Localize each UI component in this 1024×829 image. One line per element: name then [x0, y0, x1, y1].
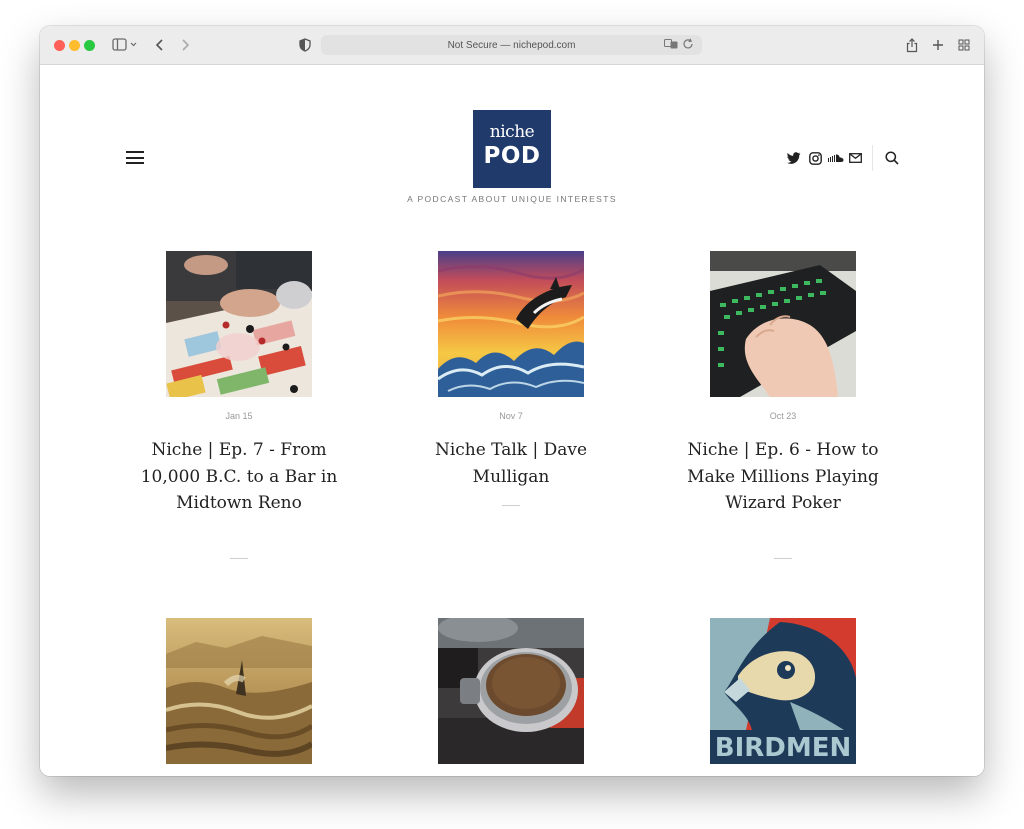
translate-icon[interactable] — [664, 38, 678, 53]
post-date: Oct 23 — [769, 411, 797, 421]
web-page: niche POD A PODCAST ABOUT UNIQUE INTERES… — [40, 65, 984, 776]
site-tagline: A PODCAST ABOUT UNIQUE INTERESTS — [407, 194, 617, 204]
reload-icon[interactable] — [682, 38, 694, 53]
menu-icon[interactable] — [126, 151, 144, 164]
share-icon[interactable] — [904, 36, 920, 54]
post-title[interactable]: Niche | Ep. 6 - How to Make Millions Pla… — [673, 437, 893, 517]
mail-icon[interactable] — [847, 150, 863, 166]
address-text: Not Secure — nichepod.com — [447, 39, 576, 51]
browser-toolbar: Not Secure — nichepod.com — [40, 26, 984, 65]
twitter-icon[interactable] — [786, 150, 802, 166]
poster-text: BIRDMEN — [715, 733, 852, 763]
zoom-window-button[interactable] — [84, 40, 95, 51]
post-separator — [230, 558, 248, 559]
site-logo[interactable]: niche POD — [473, 110, 551, 188]
close-window-button[interactable] — [54, 40, 65, 51]
post-thumbnail-coffee[interactable] — [438, 618, 584, 764]
browser-window: Not Secure — nichepod.com niche POD A PO… — [40, 26, 984, 776]
back-icon[interactable] — [152, 36, 168, 54]
post-title[interactable]: Niche | Ep. 7 - From 10,000 B.C. to a Ba… — [129, 437, 349, 517]
new-tab-icon[interactable] — [930, 36, 946, 54]
post-date: Nov 7 — [499, 411, 523, 421]
post-thumbnail-orca-painting[interactable] — [438, 251, 584, 397]
forward-icon[interactable] — [177, 36, 193, 54]
sidebar-toggle-icon[interactable] — [110, 36, 140, 54]
post-separator — [502, 505, 520, 506]
post-date: Jan 15 — [225, 411, 253, 421]
logo-wordmark-bottom: POD — [483, 143, 541, 169]
post-separator — [774, 558, 792, 559]
post-title[interactable]: Niche Talk | Dave Mulligan — [401, 437, 621, 490]
post-thumbnail-birdmen-poster[interactable]: BIRDMEN — [710, 618, 856, 764]
instagram-icon[interactable] — [807, 150, 823, 166]
address-bar[interactable]: Not Secure — nichepod.com — [321, 35, 702, 55]
post-thumbnail-board-game[interactable] — [166, 251, 312, 397]
minimize-window-button[interactable] — [69, 40, 80, 51]
search-icon[interactable] — [883, 150, 901, 166]
soundcloud-icon[interactable] — [827, 150, 845, 166]
header-divider — [872, 145, 873, 171]
privacy-shield-icon[interactable] — [297, 36, 313, 54]
tab-overview-icon[interactable] — [956, 36, 972, 54]
post-thumbnail-keyboard[interactable] — [710, 251, 856, 397]
post-thumbnail-windsurfer[interactable] — [166, 618, 312, 764]
logo-wordmark-top: niche — [489, 122, 535, 142]
